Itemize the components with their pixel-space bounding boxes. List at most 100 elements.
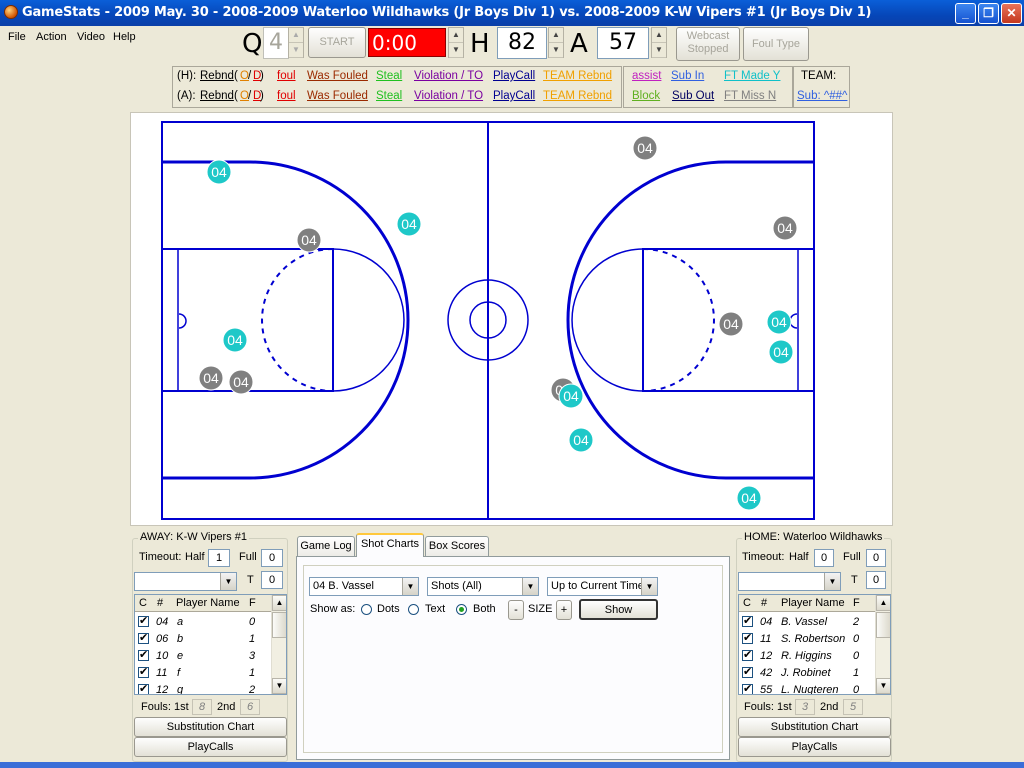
- shot-marker-home[interactable]: 04: [206, 159, 232, 185]
- ft-made-link[interactable]: FT Made Y: [724, 70, 780, 82]
- scroll-up-icon[interactable]: ▲: [876, 595, 890, 611]
- spin-up-icon[interactable]: ▲: [652, 28, 666, 43]
- menu-file[interactable]: File: [8, 31, 26, 43]
- home-foul-link[interactable]: foul: [277, 70, 296, 82]
- scroll-down-icon[interactable]: ▼: [272, 678, 286, 694]
- close-button[interactable]: ✕: [1001, 3, 1022, 24]
- home-score[interactable]: 82: [497, 27, 547, 59]
- size-decrease-button[interactable]: -: [508, 600, 524, 620]
- home-roster-row[interactable]: ✔ 12 R. Higgins 0: [739, 648, 875, 665]
- spin-down-icon[interactable]: ▼: [652, 43, 666, 58]
- chevron-down-icon[interactable]: ▼: [641, 578, 657, 595]
- shot-marker-home[interactable]: 04: [766, 309, 792, 335]
- home-full-input[interactable]: 0: [866, 549, 886, 567]
- team-sub-link[interactable]: Sub: ^##^: [797, 90, 847, 102]
- shot-marker-away[interactable]: 04: [632, 135, 658, 161]
- home-roster-row[interactable]: ✔ 11 S. Robertson 0: [739, 631, 875, 648]
- menu-action[interactable]: Action: [36, 31, 67, 43]
- dots-radio[interactable]: [361, 604, 372, 615]
- menu-help[interactable]: Help: [113, 31, 136, 43]
- chevron-down-icon[interactable]: ▼: [220, 573, 236, 590]
- both-radio[interactable]: [456, 604, 467, 615]
- maximize-button[interactable]: ❐: [978, 3, 999, 24]
- start-button[interactable]: START: [308, 27, 366, 58]
- away-playcall-link[interactable]: PlayCall: [493, 90, 535, 102]
- col-checked[interactable]: C: [743, 597, 751, 609]
- away-roster-row[interactable]: ✔ 11 f 1: [135, 665, 271, 682]
- away-player-select[interactable]: ▼: [134, 572, 237, 591]
- home-rebound-link[interactable]: Rebnd: [200, 70, 234, 82]
- away-roster-row[interactable]: ✔ 12 g 2: [135, 682, 271, 694]
- sub-out-link[interactable]: Sub Out: [672, 90, 714, 102]
- away-score[interactable]: 57: [597, 27, 649, 59]
- col-number[interactable]: #: [761, 597, 767, 609]
- home-player-select[interactable]: ▼: [738, 572, 841, 591]
- ft-miss-link[interactable]: FT Miss N: [724, 90, 776, 102]
- tab-shot-charts[interactable]: Shot Charts: [356, 533, 424, 557]
- home-score-spinner[interactable]: ▲ ▼: [548, 27, 564, 58]
- shot-type-select[interactable]: Shots (All) ▼: [427, 577, 539, 596]
- away-was-fouled-link[interactable]: Was Fouled: [307, 90, 368, 102]
- game-clock[interactable]: 0:00: [368, 28, 446, 57]
- spin-up-icon[interactable]: ▲: [449, 28, 463, 43]
- home-row-checkbox[interactable]: ✔: [742, 650, 753, 661]
- home-roster-row[interactable]: ✔ 42 J. Robinet 1: [739, 665, 875, 682]
- home-was-fouled-link[interactable]: Was Fouled: [307, 70, 368, 82]
- spin-down-icon[interactable]: ▼: [549, 43, 563, 58]
- scroll-up-icon[interactable]: ▲: [272, 595, 286, 611]
- clock-spinner[interactable]: ▲ ▼: [448, 27, 464, 58]
- away-roster-row[interactable]: ✔ 10 e 3: [135, 648, 271, 665]
- shot-marker-home[interactable]: 04: [568, 427, 594, 453]
- minimize-button[interactable]: _: [955, 3, 976, 24]
- home-row-checkbox[interactable]: ✔: [742, 616, 753, 627]
- home-roster-table[interactable]: C # Player Name F ✔ 04 B. Vassel 2 ✔ 11 …: [738, 594, 891, 695]
- away-half-input[interactable]: 1: [208, 549, 230, 567]
- spin-up-icon[interactable]: ▲: [549, 28, 563, 43]
- webcast-button[interactable]: Webcast Stopped: [676, 27, 740, 61]
- col-checked[interactable]: C: [139, 597, 147, 609]
- home-half-input[interactable]: 0: [814, 549, 834, 567]
- both-label[interactable]: Both: [473, 603, 496, 615]
- shot-marker-away[interactable]: 04: [198, 365, 224, 391]
- menu-video[interactable]: Video: [77, 31, 105, 43]
- home-t-input[interactable]: 0: [866, 571, 886, 589]
- away-row-checkbox[interactable]: ✔: [138, 650, 149, 661]
- assist-link[interactable]: assist: [632, 70, 661, 82]
- block-link[interactable]: Block: [632, 90, 660, 102]
- text-label[interactable]: Text: [425, 603, 445, 615]
- home-team-rebound-link[interactable]: TEAM Rebnd: [543, 70, 612, 82]
- home-roster-row[interactable]: ✔ 55 L. Nugteren 0: [739, 682, 875, 694]
- col-fouls[interactable]: F: [249, 597, 256, 609]
- away-roster-row[interactable]: ✔ 06 b 1: [135, 631, 271, 648]
- home-substitution-chart-button[interactable]: Substitution Chart: [738, 717, 891, 737]
- col-player-name[interactable]: Player Name: [176, 597, 240, 609]
- away-foul-link[interactable]: foul: [277, 90, 296, 102]
- shot-marker-away[interactable]: 04: [772, 215, 798, 241]
- home-roster-row[interactable]: ✔ 04 B. Vassel 2: [739, 614, 875, 631]
- tab-box-scores[interactable]: Box Scores: [425, 536, 489, 557]
- away-team-rebound-link[interactable]: TEAM Rebnd: [543, 90, 612, 102]
- shot-marker-home[interactable]: 04: [768, 339, 794, 365]
- col-number[interactable]: #: [157, 597, 163, 609]
- chevron-down-icon[interactable]: ▼: [402, 578, 418, 595]
- dots-label[interactable]: Dots: [377, 603, 400, 615]
- away-roster-table[interactable]: C # Player Name F ✔ 04 a 0 ✔ 06 b 1 ✔ 10…: [134, 594, 287, 695]
- away-row-checkbox[interactable]: ✔: [138, 616, 149, 627]
- show-button[interactable]: Show: [579, 599, 658, 620]
- home-playcall-link[interactable]: PlayCall: [493, 70, 535, 82]
- chevron-down-icon[interactable]: ▼: [522, 578, 538, 595]
- shot-marker-away[interactable]: 04: [228, 369, 254, 395]
- scroll-down-icon[interactable]: ▼: [876, 678, 890, 694]
- away-t-input[interactable]: 0: [261, 571, 283, 589]
- spin-down-icon[interactable]: ▼: [449, 43, 463, 58]
- shot-marker-away[interactable]: 04: [718, 311, 744, 337]
- home-roster-scrollbar[interactable]: ▲ ▼: [875, 595, 890, 694]
- tab-game-log[interactable]: Game Log: [297, 536, 355, 557]
- away-steal-link[interactable]: Steal: [376, 90, 402, 102]
- size-increase-button[interactable]: +: [556, 600, 572, 620]
- away-full-input[interactable]: 0: [261, 549, 283, 567]
- col-fouls[interactable]: F: [853, 597, 860, 609]
- away-roster-row[interactable]: ✔ 04 a 0: [135, 614, 271, 631]
- home-row-checkbox[interactable]: ✔: [742, 633, 753, 644]
- scroll-thumb[interactable]: [272, 612, 286, 638]
